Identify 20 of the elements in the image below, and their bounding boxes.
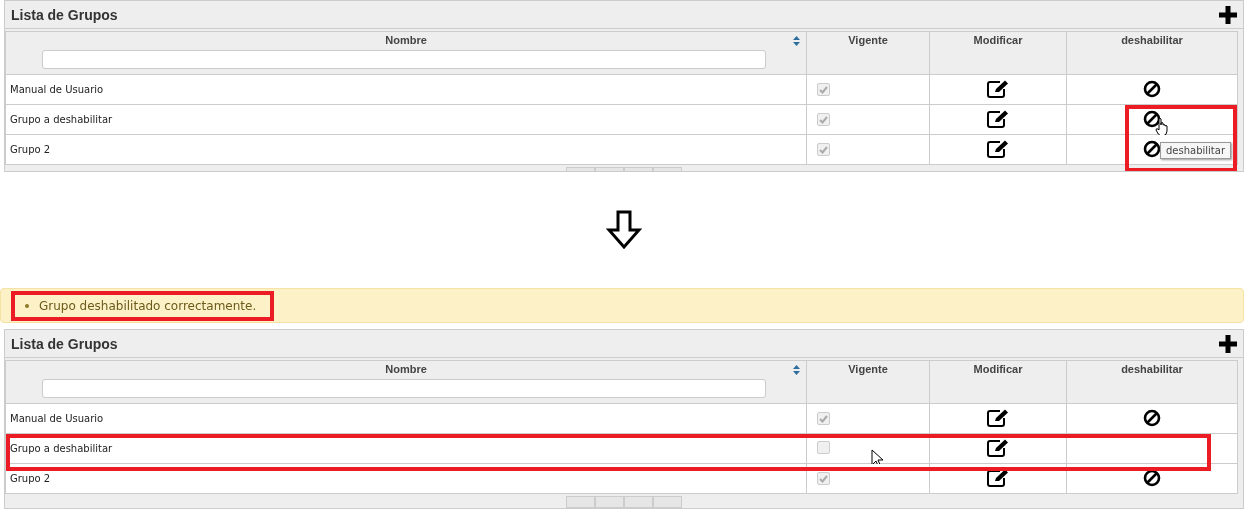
- panel-title: Lista de Grupos: [11, 6, 118, 23]
- panel-title: Lista de Grupos: [11, 335, 118, 352]
- column-header: Vigente: [806, 31, 930, 75]
- table-cell: Manual de Usuario: [10, 84, 104, 95]
- column-title: Nombre: [385, 34, 427, 46]
- column-header[interactable]: Nombre: [5, 360, 807, 404]
- table-cell: Grupo 2: [10, 144, 51, 155]
- table-cell: Grupo a deshabilitar: [10, 443, 113, 454]
- column-title: Nombre: [385, 363, 427, 375]
- message-text: Grupo deshabilitado correctamente.: [39, 298, 257, 313]
- column-header: deshabilitar: [1066, 360, 1238, 404]
- column-header: deshabilitar: [1066, 31, 1238, 75]
- column-header: Modificar: [929, 360, 1067, 404]
- column-header: Modificar: [929, 31, 1067, 75]
- table-cell: Grupo a deshabilitar: [10, 114, 113, 125]
- tooltip: deshabilitar: [1160, 142, 1232, 159]
- table-cell: Grupo 2: [10, 473, 51, 484]
- table-cell: Manual de Usuario: [10, 413, 104, 424]
- column-header[interactable]: Nombre: [5, 31, 807, 75]
- column-header: Vigente: [806, 360, 930, 404]
